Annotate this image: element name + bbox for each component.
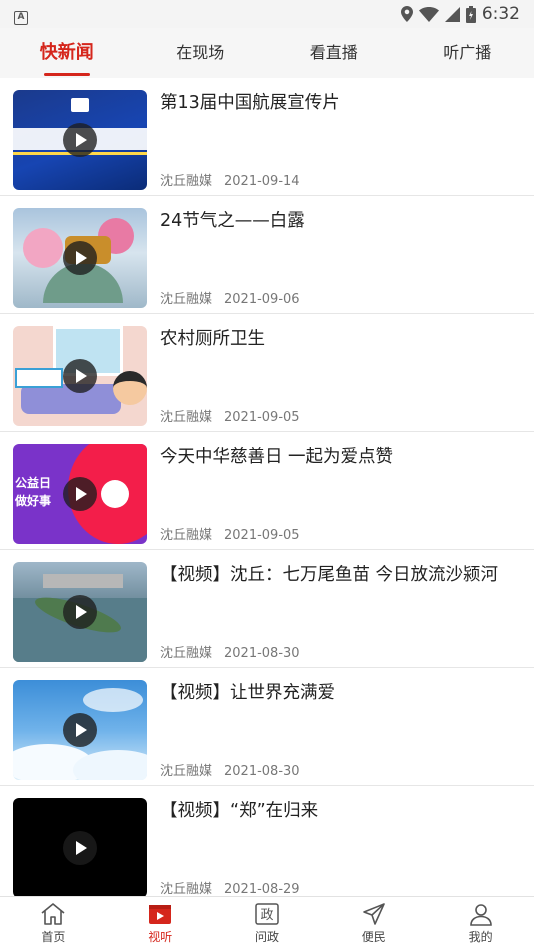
item-date: 2021-09-06 bbox=[224, 292, 300, 307]
wifi-icon bbox=[418, 6, 439, 22]
category-tabs: 快新闻 在现场 看直播 听广播 bbox=[0, 28, 534, 78]
item-source: 沈丘融媒 bbox=[160, 174, 213, 189]
nav-mine[interactable]: 我的 bbox=[427, 897, 534, 950]
item-source: 沈丘融媒 bbox=[160, 410, 213, 425]
tab-zai-xianchang[interactable]: 在现场 bbox=[134, 28, 268, 78]
video-thumbnail[interactable] bbox=[13, 90, 147, 190]
signal-icon bbox=[444, 6, 460, 22]
video-thumbnail[interactable] bbox=[13, 326, 147, 426]
item-date: 2021-08-29 bbox=[224, 882, 300, 896]
zheng-icon: 政 bbox=[255, 903, 279, 925]
video-thumbnail[interactable] bbox=[13, 208, 147, 308]
tab-kuai-xinwen[interactable]: 快新闻 bbox=[0, 28, 134, 78]
video-thumbnail[interactable]: 公益日 做好事 bbox=[13, 444, 147, 544]
list-item[interactable]: 【视频】沈丘：七万尾鱼苗 今日放流沙颍河 沈丘融媒 2021-08-30 bbox=[0, 550, 534, 668]
video-thumbnail[interactable] bbox=[13, 562, 147, 662]
item-date: 2021-08-30 bbox=[224, 646, 300, 661]
play-icon[interactable] bbox=[63, 831, 97, 865]
item-date: 2021-09-14 bbox=[224, 174, 300, 189]
list-item[interactable]: 公益日 做好事 今天中华慈善日 一起为爱点赞 沈丘融媒 2021-09-05 bbox=[0, 432, 534, 550]
item-source: 沈丘融媒 bbox=[160, 882, 213, 896]
nav-wenzheng[interactable]: 政 问政 bbox=[214, 897, 321, 950]
play-icon[interactable] bbox=[63, 713, 97, 747]
send-icon bbox=[362, 903, 385, 925]
nav-mine-label: 我的 bbox=[468, 930, 493, 944]
item-meta: 沈丘融媒 2021-08-30 bbox=[160, 760, 300, 779]
play-icon[interactable] bbox=[63, 359, 97, 393]
list-item[interactable]: 24节气之——白露 沈丘融媒 2021-09-06 bbox=[0, 196, 534, 314]
nav-bianmin[interactable]: 便民 bbox=[320, 897, 427, 950]
item-title: 农村厕所卫生 bbox=[160, 329, 265, 349]
notification-a-icon: A bbox=[14, 10, 28, 25]
location-icon bbox=[400, 6, 413, 22]
tab-ting-guangbo[interactable]: 听广播 bbox=[401, 28, 534, 78]
bottom-nav: 首页 视听 政 问政 便民 我的 bbox=[0, 896, 534, 950]
item-title: 今天中华慈善日 一起为爱点赞 bbox=[160, 447, 394, 467]
item-meta: 沈丘融媒 2021-08-30 bbox=[160, 642, 300, 661]
user-icon bbox=[469, 904, 492, 926]
home-icon bbox=[41, 903, 65, 925]
item-source: 沈丘融媒 bbox=[160, 292, 213, 307]
item-source: 沈丘融媒 bbox=[160, 528, 213, 543]
status-right: 6:32 bbox=[400, 4, 520, 24]
item-title: 24节气之——白露 bbox=[160, 211, 305, 231]
thumbnail-caption: 公益日 做好事 bbox=[15, 476, 52, 508]
play-icon[interactable] bbox=[63, 477, 97, 511]
item-title: 【视频】让世界充满爱 bbox=[160, 683, 335, 703]
nav-bianmin-label: 便民 bbox=[361, 930, 386, 944]
item-meta: 沈丘融媒 2021-09-06 bbox=[160, 288, 300, 307]
nav-video-label: 视听 bbox=[148, 930, 173, 944]
tab-kan-zhibo[interactable]: 看直播 bbox=[267, 28, 401, 78]
nav-home-label: 首页 bbox=[41, 930, 66, 944]
item-meta: 沈丘融媒 2021-09-05 bbox=[160, 406, 300, 425]
item-meta: 沈丘融媒 2021-08-29 bbox=[160, 878, 300, 896]
item-source: 沈丘融媒 bbox=[160, 764, 213, 779]
item-source: 沈丘融媒 bbox=[160, 646, 213, 661]
video-icon bbox=[149, 905, 172, 924]
video-thumbnail[interactable] bbox=[13, 798, 147, 896]
item-meta: 沈丘融媒 2021-09-14 bbox=[160, 170, 300, 189]
nav-video[interactable]: 视听 bbox=[107, 897, 214, 950]
item-date: 2021-08-30 bbox=[224, 764, 300, 779]
status-left: A bbox=[14, 4, 28, 25]
item-meta: 沈丘融媒 2021-09-05 bbox=[160, 524, 300, 543]
nav-wenzheng-label: 问政 bbox=[254, 930, 279, 944]
battery-icon bbox=[465, 5, 476, 23]
status-bar: A 6:32 bbox=[0, 0, 534, 28]
play-icon[interactable] bbox=[63, 123, 97, 157]
list-item[interactable]: 农村厕所卫生 沈丘融媒 2021-09-05 bbox=[0, 314, 534, 432]
item-date: 2021-09-05 bbox=[224, 528, 300, 543]
video-list: 第13届中国航展宣传片 沈丘融媒 2021-09-14 24节气之——白露 沈丘融… bbox=[0, 78, 534, 896]
svg-text:政: 政 bbox=[260, 908, 273, 923]
status-time: 6:32 bbox=[481, 4, 520, 24]
nav-home[interactable]: 首页 bbox=[0, 897, 107, 950]
list-item[interactable]: 第13届中国航展宣传片 沈丘融媒 2021-09-14 bbox=[0, 78, 534, 196]
item-date: 2021-09-05 bbox=[224, 410, 300, 425]
list-item[interactable]: 【视频】“郑”在归来 沈丘融媒 2021-08-29 bbox=[0, 786, 534, 896]
play-icon[interactable] bbox=[63, 595, 97, 629]
list-item[interactable]: 【视频】让世界充满爱 沈丘融媒 2021-08-30 bbox=[0, 668, 534, 786]
item-title: 第13届中国航展宣传片 bbox=[160, 93, 340, 113]
video-thumbnail[interactable] bbox=[13, 680, 147, 780]
item-title: 【视频】沈丘：七万尾鱼苗 今日放流沙颍河 bbox=[160, 565, 499, 585]
item-title: 【视频】“郑”在归来 bbox=[160, 801, 319, 821]
play-icon[interactable] bbox=[63, 241, 97, 275]
